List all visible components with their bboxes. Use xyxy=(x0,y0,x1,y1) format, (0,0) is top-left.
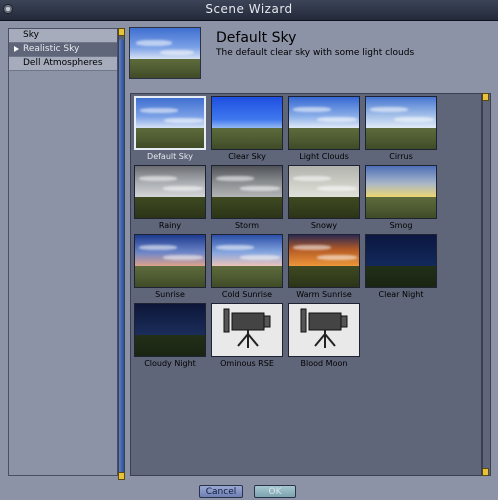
preset-label: Sunrise xyxy=(155,290,185,299)
preset-tile[interactable]: Blood Moon xyxy=(288,303,360,371)
preset-label: Storm xyxy=(234,221,260,230)
preset-label: Light Clouds xyxy=(299,152,349,161)
preset-label: Ominous RSE xyxy=(220,359,274,368)
category-label: Sky xyxy=(23,30,39,40)
preset-description: The default clear sky with some light cl… xyxy=(216,48,415,58)
sky-thumbnail xyxy=(288,165,360,219)
title-bar: Scene Wizard xyxy=(0,0,498,21)
category-item-realistic-sky[interactable]: Realistic Sky xyxy=(9,43,117,57)
preset-tile[interactable]: Smog xyxy=(365,165,437,233)
preset-tile[interactable]: Default Sky xyxy=(134,96,206,164)
scroll-cap-top xyxy=(482,93,489,101)
preset-label: Warm Sunrise xyxy=(296,290,352,299)
preset-label: Cold Sunrise xyxy=(221,290,273,299)
category-item-sky[interactable]: Sky xyxy=(9,29,117,43)
preset-label: Blood Moon xyxy=(300,359,348,368)
grid-scrollbar[interactable] xyxy=(482,93,491,476)
preset-title: Default Sky xyxy=(216,30,297,46)
sky-thumbnail xyxy=(365,234,437,288)
sky-thumbnail xyxy=(365,165,437,219)
preset-tile[interactable]: Clear Night xyxy=(365,234,437,302)
sky-thumbnail xyxy=(211,165,283,219)
preset-tile[interactable]: Storm xyxy=(211,165,283,233)
preset-tile[interactable]: Warm Sunrise xyxy=(288,234,360,302)
preset-tile[interactable]: Sunrise xyxy=(134,234,206,302)
preset-label: Snowy xyxy=(310,221,338,230)
preset-tile[interactable]: Cirrus xyxy=(365,96,437,164)
preview-thumbnail xyxy=(129,27,201,79)
scroll-cap-bottom xyxy=(118,472,125,480)
scroll-cap-top xyxy=(118,28,125,36)
sky-thumbnail xyxy=(134,234,206,288)
preset-tile[interactable]: Ominous RSE xyxy=(211,303,283,371)
camera-icon xyxy=(211,303,283,357)
category-item-dell-atmospheres[interactable]: Dell Atmospheres xyxy=(9,57,117,71)
scroll-thumb[interactable] xyxy=(119,39,124,473)
triangle-right-icon xyxy=(14,46,19,52)
preset-label: Clear Sky xyxy=(228,152,266,161)
preset-tile[interactable]: Cloudy Night xyxy=(134,303,206,371)
preset-label: Clear Night xyxy=(378,290,424,299)
scroll-cap-bottom xyxy=(482,468,489,476)
sky-thumbnail xyxy=(288,96,360,150)
preset-tile[interactable]: Snowy xyxy=(288,165,360,233)
window-title: Scene Wizard xyxy=(205,2,293,16)
sky-thumbnail xyxy=(211,234,283,288)
preset-grid: Default Sky Clear Sky Light Clouds Cirrus Ra… xyxy=(130,93,482,476)
preset-label: Cirrus xyxy=(389,152,413,161)
preset-label: Smog xyxy=(389,221,413,230)
sky-thumbnail xyxy=(288,234,360,288)
category-list: Sky Realistic Sky Dell Atmospheres xyxy=(8,28,118,476)
sky-thumbnail xyxy=(134,303,206,357)
sky-thumbnail xyxy=(134,96,206,150)
cancel-button[interactable]: Cancel xyxy=(199,485,243,498)
ok-button[interactable]: OK xyxy=(254,485,296,498)
category-label: Realistic Sky xyxy=(23,44,80,54)
preset-label: Rainy xyxy=(158,221,182,230)
preset-tile[interactable]: Clear Sky xyxy=(211,96,283,164)
category-label: Dell Atmospheres xyxy=(23,58,103,68)
preset-tile[interactable]: Light Clouds xyxy=(288,96,360,164)
sky-thumbnail xyxy=(134,165,206,219)
camera-icon xyxy=(288,303,360,357)
preset-label: Default Sky xyxy=(147,152,193,161)
sky-thumbnail xyxy=(211,96,283,150)
preset-tile[interactable]: Cold Sunrise xyxy=(211,234,283,302)
category-scrollbar[interactable] xyxy=(118,28,125,480)
sky-thumbnail xyxy=(365,96,437,150)
preset-label: Cloudy Night xyxy=(144,359,196,368)
preset-tile[interactable]: Rainy xyxy=(134,165,206,233)
